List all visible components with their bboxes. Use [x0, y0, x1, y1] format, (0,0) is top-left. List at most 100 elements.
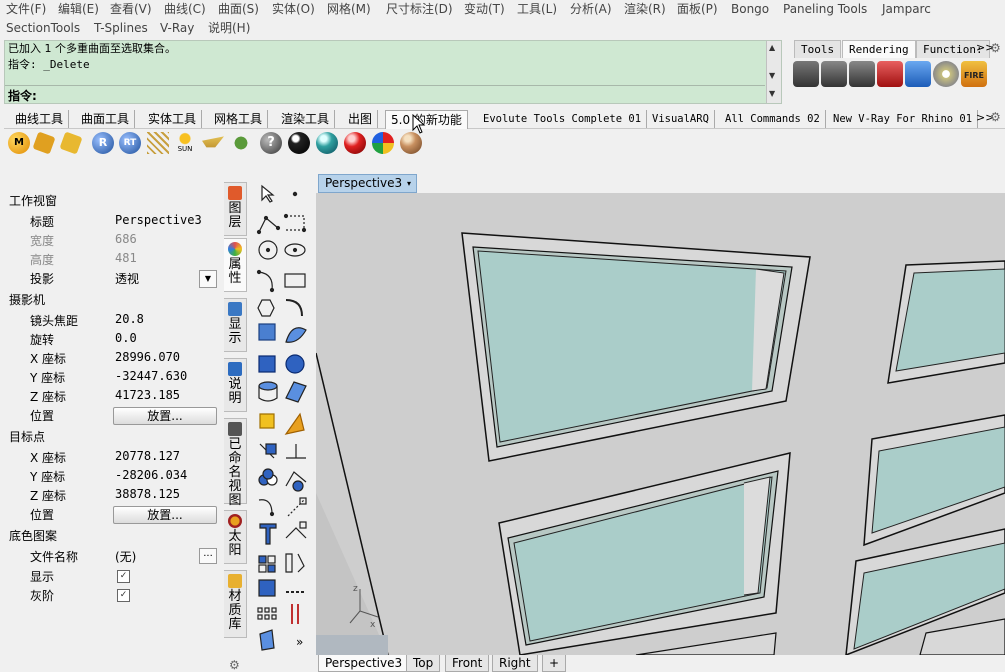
tab-surface-tools[interactable]: 曲面工具 [76, 110, 136, 128]
menu-vray[interactable]: V-Ray [160, 20, 194, 36]
tab-materials[interactable]: 材质库 [224, 570, 247, 638]
add-viewport-button[interactable]: + [542, 655, 567, 672]
tab-evolute-tools[interactable]: Evolute Tools Complete 01 [478, 110, 648, 128]
target-x-field[interactable]: 20778.127 [115, 449, 180, 463]
menu-solid[interactable]: 实体(O) [272, 1, 315, 17]
tab-display[interactable]: 显示 [224, 298, 247, 352]
tab-layout[interactable]: 出图 [343, 110, 379, 128]
browse-button[interactable]: ... [199, 548, 217, 564]
grayscale-checkbox[interactable]: ✓ [117, 589, 130, 602]
place-camera-button[interactable]: 放置... [113, 407, 217, 425]
section-title: 工作视窗 [9, 194, 58, 208]
r-icon[interactable]: R [92, 132, 114, 154]
tab-render-tools[interactable]: 渲染工具 [276, 110, 336, 128]
scroll-down-icon[interactable]: ▼ [769, 71, 775, 80]
tab-vray[interactable]: New V-Ray For Rhino 01 [828, 110, 979, 128]
fire-icon[interactable]: FIRE [961, 61, 987, 87]
place-target-button[interactable]: 放置... [113, 506, 217, 524]
render-blue-icon[interactable] [905, 61, 931, 87]
menu-sectiontools[interactable]: SectionTools [6, 20, 80, 36]
tab-sun[interactable]: 太阳 [224, 510, 247, 564]
render-rt-icon[interactable] [821, 61, 847, 87]
tab-right[interactable]: Right [492, 655, 538, 672]
target-y-field[interactable]: -28206.034 [115, 468, 187, 482]
menu-tools[interactable]: 工具(L) [517, 1, 557, 17]
material-icon[interactable] [32, 131, 56, 155]
render-red-icon[interactable] [877, 61, 903, 87]
menu-bongo[interactable]: Bongo [731, 1, 769, 17]
window [887, 260, 1005, 384]
tab-named-views[interactable]: 已命名视图 [224, 418, 247, 508]
lamp-icon[interactable] [202, 136, 224, 148]
tab-visualarq[interactable]: VisualARQ [647, 110, 715, 128]
tab-curve-tools[interactable]: 曲线工具 [10, 110, 70, 128]
tab-mesh-tools[interactable]: 网格工具 [209, 110, 269, 128]
tab-tools[interactable]: Tools [794, 40, 842, 58]
sphere-black-icon[interactable] [288, 132, 310, 154]
camera-z-field[interactable]: 41723.185 [115, 388, 180, 402]
menu-jamparc[interactable]: Jamparc [882, 1, 931, 17]
menu-dimension[interactable]: 尺寸标注(D) [386, 1, 453, 17]
menu-mesh[interactable]: 网格(M) [327, 1, 371, 17]
menu-transform[interactable]: 变动(T) [464, 1, 505, 17]
scroll-down-icon[interactable]: ▼ [769, 89, 775, 98]
spheres-multi-icon[interactable] [372, 132, 394, 154]
show-checkbox[interactable]: ✓ [117, 570, 130, 583]
menu-edit[interactable]: 编辑(E) [58, 1, 99, 17]
tab-properties[interactable]: 属性 [224, 238, 247, 292]
tag-icon[interactable] [59, 131, 83, 155]
gear-icon[interactable]: ⚙ [990, 41, 1001, 55]
lens-field[interactable]: 20.8 [115, 312, 144, 326]
section-icon [291, 604, 299, 624]
camera-x-field[interactable]: 28996.070 [115, 350, 180, 364]
help-icon[interactable]: ? [260, 132, 282, 154]
chevron-down-icon[interactable]: ▾ [402, 174, 417, 193]
menu-analyze[interactable]: 分析(A) [570, 1, 612, 17]
sphere-red-icon[interactable] [344, 132, 366, 154]
scroll-up-icon[interactable]: ▲ [769, 43, 775, 52]
viewport-title[interactable]: Perspective3 [318, 174, 410, 193]
title-field[interactable]: Perspective3 [115, 213, 202, 227]
menu-paneling-tools[interactable]: Paneling Tools [783, 1, 867, 17]
tab-help[interactable]: 说明 [224, 358, 247, 412]
tab-whats-new[interactable]: 5.0 的新功能 [385, 110, 468, 129]
command-scrollbar[interactable]: ▲ ▼ ▼ [766, 41, 781, 103]
gear-icon[interactable]: ⚙ [229, 658, 240, 672]
camera-y-field[interactable]: -32447.630 [115, 369, 187, 383]
sphere-teal-icon[interactable] [316, 132, 338, 154]
render-disc-icon[interactable] [933, 61, 959, 87]
sun-icon[interactable]: SUN [174, 132, 196, 154]
menu-help[interactable]: 说明(H) [208, 20, 250, 36]
box-icon [258, 355, 276, 373]
tab-layers[interactable]: 图层 [224, 182, 247, 236]
m-icon[interactable]: M [8, 132, 30, 154]
rt-icon[interactable]: RT [119, 132, 141, 154]
tab-solid-tools[interactable]: 实体工具 [143, 110, 203, 128]
menu-view[interactable]: 查看(V) [110, 1, 152, 17]
perspective-viewport[interactable]: z x [316, 193, 1005, 655]
tab-front[interactable]: Front [445, 655, 490, 672]
render-v-icon[interactable] [849, 61, 875, 87]
command-prompt[interactable]: 指令: [8, 87, 37, 104]
render-teapot-icon[interactable] [793, 61, 819, 87]
menu-render[interactable]: 渲染(R) [624, 1, 666, 17]
projection-select[interactable]: 透视 [115, 270, 139, 287]
target-z-field[interactable]: 38878.125 [115, 487, 180, 501]
menu-panels[interactable]: 面板(P) [677, 1, 718, 17]
menu-tsplines[interactable]: T-Splines [94, 20, 148, 36]
tab-all-commands[interactable]: All Commands 02 [720, 110, 826, 128]
rotation-field[interactable]: 0.0 [115, 331, 137, 345]
menu-surface[interactable]: 曲面(S) [218, 1, 259, 17]
group-icon [258, 579, 276, 597]
tab-rendering[interactable]: Rendering [842, 40, 916, 58]
properties-panel: 工作视窗 标题 Perspective3 宽度 686 高度 481 投影 透视… [4, 182, 222, 672]
menu-file[interactable]: 文件(F) [6, 1, 46, 17]
plant-icon[interactable] [230, 132, 252, 154]
sphere-wood-icon[interactable] [400, 132, 422, 154]
gear-icon[interactable]: ⚙ [990, 110, 1001, 124]
tab-top[interactable]: Top [406, 655, 441, 672]
chevron-down-icon[interactable]: ▼ [199, 270, 217, 288]
light-icon[interactable] [147, 132, 169, 154]
tab-perspective3[interactable]: Perspective3 [318, 655, 410, 672]
menu-curve[interactable]: 曲线(C) [164, 1, 206, 17]
